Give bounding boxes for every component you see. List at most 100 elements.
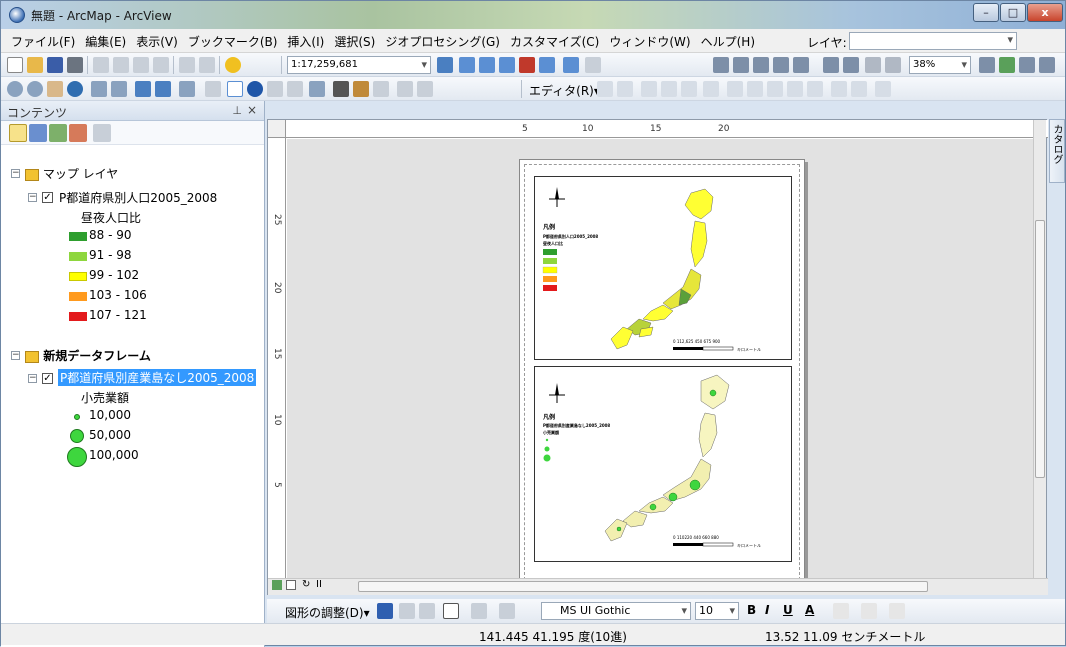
font-color-button[interactable]: A <box>805 603 814 617</box>
data-frame-2[interactable]: 新規データフレーム <box>25 347 151 364</box>
hyperlink-icon[interactable] <box>267 81 283 97</box>
layout-pan-icon[interactable] <box>753 57 769 73</box>
size-class2-symbol[interactable] <box>70 429 84 443</box>
layout-canvas[interactable]: 凡例 P都道府県別人口2005_2008 昼夜人口比 0 112,625 450… <box>287 139 1035 578</box>
data-view-icon[interactable] <box>272 580 282 590</box>
class5-swatch[interactable] <box>69 312 87 321</box>
pause-drawing-icon[interactable]: II <box>316 579 322 590</box>
attributes-icon[interactable] <box>831 81 847 97</box>
back-extent-icon[interactable] <box>135 81 151 97</box>
rotate-element-icon[interactable] <box>399 603 415 619</box>
arctoolbox-icon[interactable] <box>519 57 535 73</box>
layout-vertical-scrollbar[interactable] <box>1033 120 1046 578</box>
cut-polygons-icon[interactable] <box>767 81 783 97</box>
menu-geoprocessing[interactable]: ジオプロセシング(G) <box>385 33 500 50</box>
layer-dropdown[interactable] <box>849 32 1017 50</box>
layout-zoom-dropdown[interactable]: 38% <box>909 56 971 74</box>
toc-options-icon[interactable] <box>93 124 111 142</box>
select-elements-draw-icon[interactable] <box>377 603 393 619</box>
menu-insert[interactable]: 挿入(I) <box>287 33 324 50</box>
edit-tool-icon[interactable] <box>597 81 613 97</box>
zoom-out-icon[interactable] <box>27 81 43 97</box>
drawing-menu[interactable]: 図形の調整(D)▾ <box>285 604 370 621</box>
save-icon[interactable] <box>47 57 63 73</box>
class3-swatch[interactable] <box>69 272 87 281</box>
search-window-icon[interactable] <box>499 57 515 73</box>
split-tool-icon[interactable] <box>787 81 803 97</box>
bold-button[interactable]: B <box>747 603 756 617</box>
change-layout-icon[interactable] <box>1019 57 1035 73</box>
menu-help[interactable]: ヘルプ(H) <box>701 33 755 50</box>
menu-customize[interactable]: カスタマイズ(C) <box>510 33 599 50</box>
toc-close-icon[interactable]: × <box>247 103 257 117</box>
editor-menu[interactable]: エディタ(R)▾ <box>529 82 600 99</box>
focus-data-frame-icon[interactable] <box>999 57 1015 73</box>
undo-icon[interactable] <box>179 57 195 73</box>
menu-bookmarks[interactable]: ブックマーク(B) <box>188 33 278 50</box>
layout-zoom-in-icon[interactable] <box>713 57 729 73</box>
python-window-icon[interactable] <box>539 57 555 73</box>
go-forward-extent-icon[interactable] <box>885 57 901 73</box>
whats-this-icon[interactable] <box>585 57 601 73</box>
layer1-name[interactable]: P都道府県別人口2005_2008 <box>59 189 217 206</box>
list-by-visibility-icon[interactable] <box>49 124 67 142</box>
forward-extent-icon[interactable] <box>155 81 171 97</box>
full-extent-icon[interactable] <box>67 81 83 97</box>
list-by-source-icon[interactable] <box>29 124 47 142</box>
close-button[interactable]: x <box>1027 3 1063 22</box>
zoom-to-selected-icon[interactable] <box>419 603 435 619</box>
fill-color-icon[interactable] <box>833 603 849 619</box>
list-by-selection-icon[interactable] <box>69 124 87 142</box>
reshape-feature-icon[interactable] <box>747 81 763 97</box>
collapse-frame2-icon[interactable]: − <box>11 351 20 360</box>
callout-icon[interactable] <box>499 603 515 619</box>
layout-page[interactable]: 凡例 P都道府県別人口2005_2008 昼夜人口比 0 112,625 450… <box>519 159 805 578</box>
layer2-visibility-checkbox[interactable]: ✓ <box>42 373 53 384</box>
menu-view[interactable]: 表示(V) <box>136 33 178 50</box>
data-driven-pages-icon[interactable] <box>1039 57 1055 73</box>
go-to-xy-icon[interactable] <box>373 81 389 97</box>
time-slider-icon[interactable] <box>397 81 413 97</box>
sketch-properties-icon[interactable] <box>851 81 867 97</box>
catalog-side-tab[interactable]: カタログ <box>1049 119 1065 183</box>
auto-hide-pin-icon[interactable]: ⊥ <box>232 104 242 117</box>
layout-view[interactable]: 5 10 15 20 25 20 15 10 5 凡例 P都道府県別人口2005… <box>267 119 1048 595</box>
copy-icon[interactable] <box>113 57 129 73</box>
catalog-window-icon[interactable] <box>479 57 495 73</box>
trace-icon[interactable] <box>661 81 677 97</box>
select-elements-icon[interactable] <box>227 81 243 97</box>
class4-swatch[interactable] <box>69 292 87 301</box>
vertical-scroll-thumb[interactable] <box>1035 220 1045 478</box>
toggle-draft-mode-icon[interactable] <box>979 57 995 73</box>
zoom-in-icon[interactable] <box>7 81 23 97</box>
open-folder-icon[interactable] <box>27 57 43 73</box>
size-class1-symbol[interactable] <box>74 414 80 420</box>
map-frame-population[interactable]: 凡例 P都道府県別人口2005_2008 昼夜人口比 0 112,625 450… <box>534 176 792 360</box>
rectangle-tool-icon[interactable] <box>443 603 459 619</box>
line-color-icon[interactable] <box>861 603 877 619</box>
new-text-icon[interactable] <box>471 603 487 619</box>
fixed-zoom-in-icon[interactable] <box>823 57 839 73</box>
collapse-layer2-icon[interactable]: − <box>28 374 37 383</box>
editor-toolbar-icon[interactable] <box>437 57 453 73</box>
cut-icon[interactable] <box>93 57 109 73</box>
underline-button[interactable]: U <box>783 603 793 617</box>
italic-button[interactable]: I <box>765 603 769 617</box>
list-by-drawing-order-icon[interactable] <box>9 124 27 142</box>
paste-icon[interactable] <box>133 57 149 73</box>
print-icon[interactable] <box>67 57 83 73</box>
map-scale-dropdown[interactable]: 1:17,259,681 <box>287 56 431 74</box>
straight-segment-icon[interactable] <box>641 81 657 97</box>
class1-swatch[interactable] <box>69 232 87 241</box>
edit-vertices-icon[interactable] <box>727 81 743 97</box>
clear-selection-icon[interactable] <box>205 81 221 97</box>
redo-icon[interactable] <box>199 57 215 73</box>
zoom-whole-page-icon[interactable] <box>773 57 789 73</box>
html-popup-icon[interactable] <box>287 81 303 97</box>
menu-file[interactable]: ファイル(F) <box>11 33 75 50</box>
minimize-button[interactable]: – <box>973 3 999 22</box>
go-back-extent-icon[interactable] <box>865 57 881 73</box>
find-binoculars-icon[interactable] <box>333 81 349 97</box>
horizontal-scroll-thumb[interactable] <box>358 581 928 592</box>
pan-hand-icon[interactable] <box>47 81 63 97</box>
